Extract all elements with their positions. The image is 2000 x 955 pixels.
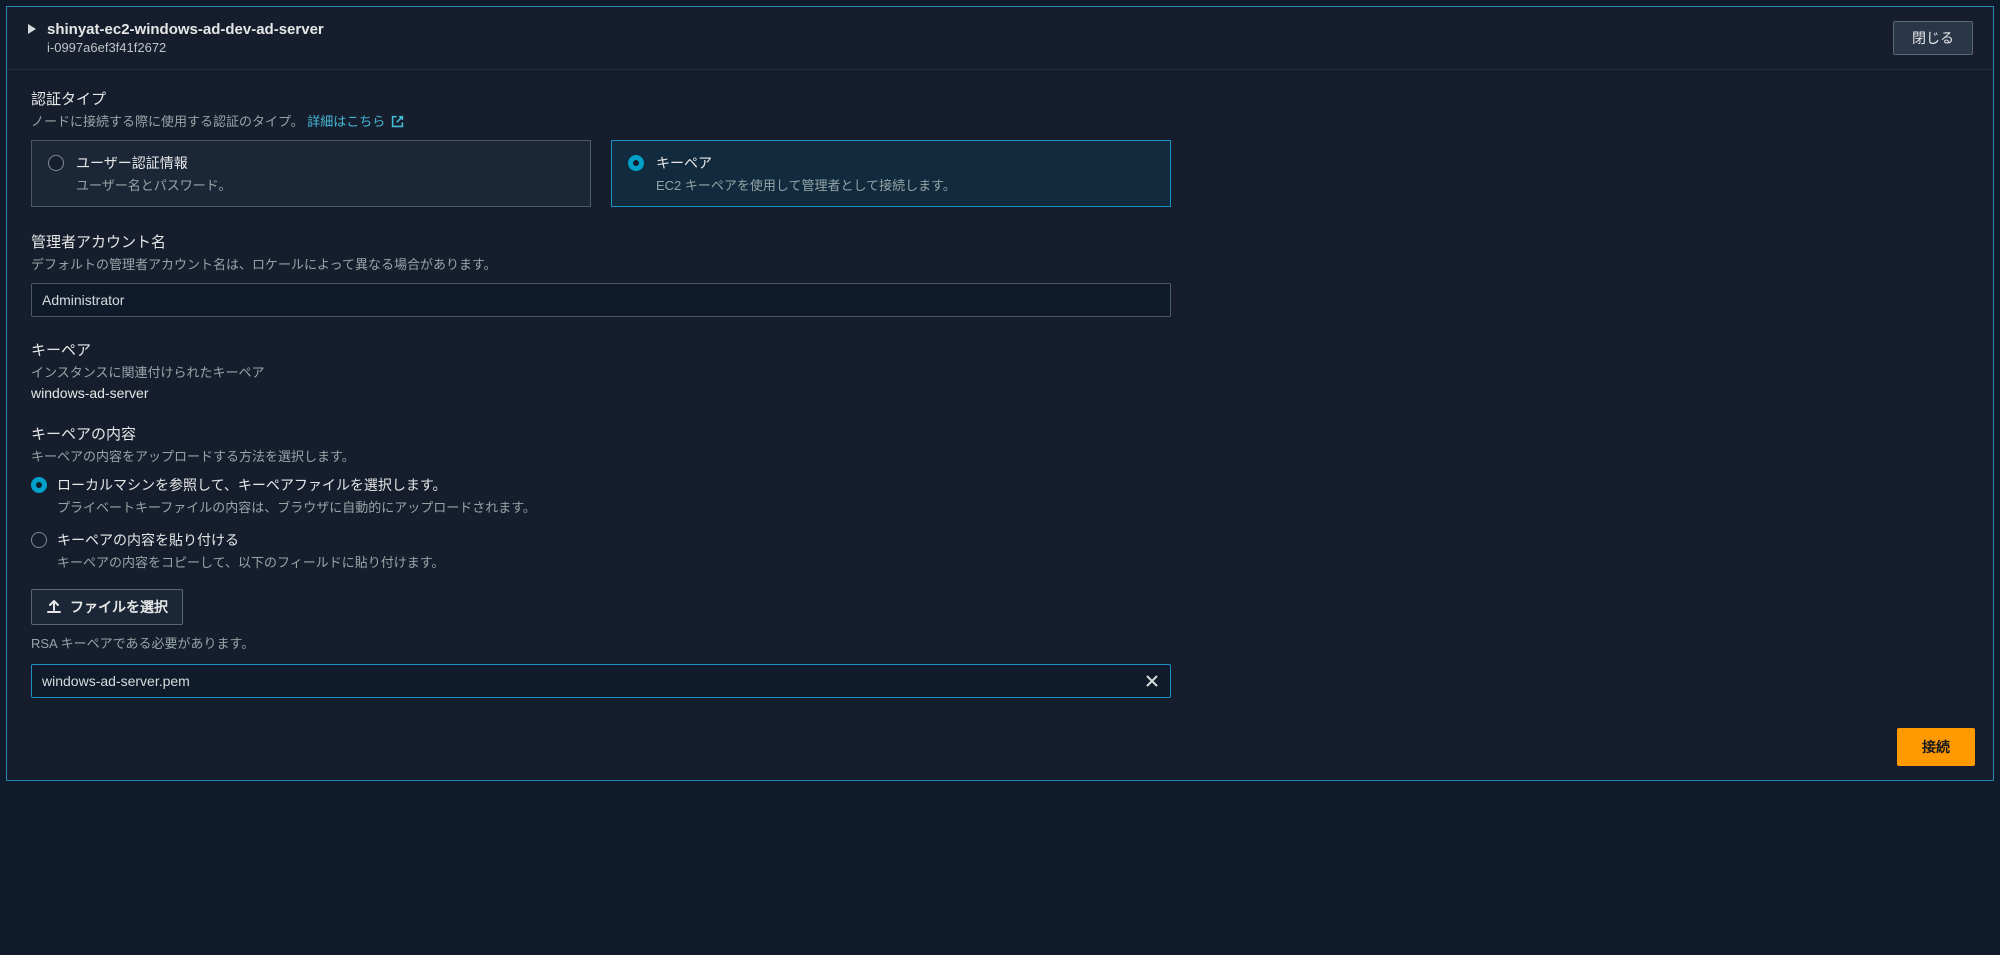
instance-id: i-0997a6ef3f41f2672 (47, 40, 324, 55)
admin-account-input[interactable] (31, 283, 1171, 317)
auth-type-label: 認証タイプ (31, 88, 1969, 109)
auth-type-tiles: ユーザー認証情報 ユーザー名とパスワード。 キーペア EC2 キーペアを使用して… (31, 140, 1171, 207)
option-desc: キーペアの内容をコピーして、以下のフィールドに貼り付けます。 (57, 552, 444, 571)
auth-tile-keypair[interactable]: キーペア EC2 キーペアを使用して管理者として接続します。 (611, 140, 1171, 207)
keypair-label: キーペア (31, 339, 1969, 360)
keypair-desc: インスタンスに関連付けられたキーペア (31, 362, 1969, 381)
file-input-row (31, 664, 1171, 698)
panel-body: 認証タイプ ノードに接続する際に使用する認証のタイプ。 詳細はこちら ユーザー認… (7, 70, 1993, 716)
choose-file-button[interactable]: ファイルを選択 (31, 589, 183, 625)
file-name-input[interactable] (31, 664, 1171, 698)
keypair-content-label: キーペアの内容 (31, 423, 1969, 444)
tile-title: ユーザー認証情報 (76, 153, 231, 173)
keypair-content-desc: キーペアの内容をアップロードする方法を選択します。 (31, 446, 1969, 465)
panel-header: shinyat-ec2-windows-ad-dev-ad-server i-0… (7, 7, 1993, 70)
connect-button[interactable]: 接続 (1897, 728, 1975, 766)
admin-account-desc: デフォルトの管理者アカウント名は、ロケールによって異なる場合があります。 (31, 254, 1969, 273)
radio-icon (628, 155, 644, 171)
auth-type-desc-text: ノードに接続する際に使用する認証のタイプ。 (31, 114, 304, 129)
option-title: キーペアの内容を貼り付ける (57, 530, 444, 550)
auth-tile-user-credentials[interactable]: ユーザー認証情報 ユーザー名とパスワード。 (31, 140, 591, 207)
external-link-icon (391, 115, 404, 128)
option-title: ローカルマシンを参照して、キーペアファイルを選択します。 (57, 475, 536, 495)
tile-desc: EC2 キーペアを使用して管理者として接続します。 (656, 175, 956, 194)
upload-icon (46, 599, 62, 615)
admin-account-label: 管理者アカウント名 (31, 231, 1969, 252)
close-icon (1145, 674, 1159, 688)
keypair-content-options: ローカルマシンを参照して、キーペアファイルを選択します。 プライベートキーファイ… (31, 475, 1969, 571)
keypair-helper: RSA キーペアである必要があります。 (31, 633, 1969, 652)
choose-file-label: ファイルを選択 (70, 597, 168, 617)
connect-panel: shinyat-ec2-windows-ad-dev-ad-server i-0… (6, 6, 1994, 781)
auth-type-desc: ノードに接続する際に使用する認証のタイプ。 詳細はこちら (31, 111, 1969, 130)
learn-more-text: 詳細はこちら (307, 114, 385, 129)
instance-name: shinyat-ec2-windows-ad-dev-ad-server (47, 21, 324, 38)
panel-footer: 接続 (7, 716, 1993, 780)
header-left: shinyat-ec2-windows-ad-dev-ad-server i-0… (27, 21, 324, 55)
caret-right-icon[interactable] (27, 23, 37, 35)
learn-more-link[interactable]: 詳細はこちら (307, 114, 404, 129)
radio-icon (31, 477, 47, 493)
radio-icon (31, 532, 47, 548)
tile-desc: ユーザー名とパスワード。 (76, 175, 231, 194)
option-desc: プライベートキーファイルの内容は、ブラウザに自動的にアップロードされます。 (57, 497, 536, 516)
tile-title: キーペア (656, 153, 956, 173)
close-button[interactable]: 閉じる (1893, 21, 1973, 55)
keypair-option-browse[interactable]: ローカルマシンを参照して、キーペアファイルを選択します。 プライベートキーファイ… (31, 475, 1969, 516)
keypair-value: windows-ad-server (31, 385, 1969, 401)
clear-file-button[interactable] (1141, 670, 1163, 692)
keypair-option-paste[interactable]: キーペアの内容を貼り付ける キーペアの内容をコピーして、以下のフィールドに貼り付… (31, 530, 1969, 571)
radio-icon (48, 155, 64, 171)
